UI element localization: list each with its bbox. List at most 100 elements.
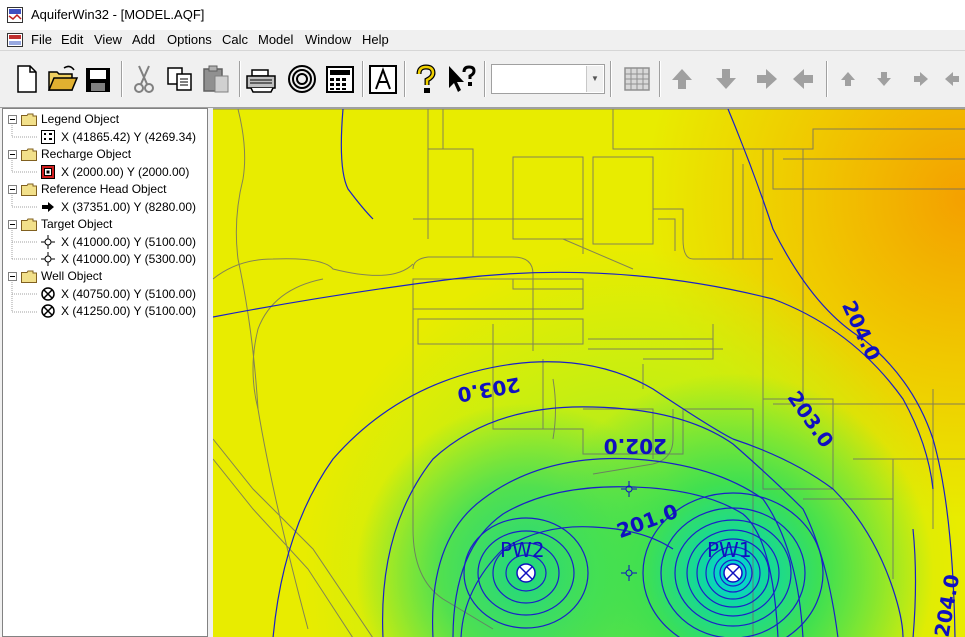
tree-group-recharge[interactable]: Recharge Object — [3, 146, 207, 163]
tree-item-coords: X (41865.42) Y (4269.34) — [61, 130, 196, 144]
well-label: PW2 — [500, 538, 545, 562]
collapse-icon[interactable] — [8, 220, 17, 229]
tree-item[interactable]: X (41000.00) Y (5300.00) — [3, 251, 207, 268]
cut-scissors-icon — [134, 65, 154, 93]
tree-item[interactable]: X (37351.00) Y (8280.00) — [3, 199, 207, 216]
tree-group-label: Legend Object — [41, 112, 120, 126]
move-left-button[interactable] — [786, 60, 822, 98]
pan-left-button[interactable] — [935, 60, 965, 98]
tree-group-label: Recharge Object — [41, 147, 132, 161]
save-button[interactable] — [80, 60, 116, 98]
collapse-icon[interactable] — [8, 115, 17, 124]
toolbar-separator — [362, 61, 364, 97]
print-button[interactable] — [243, 60, 279, 98]
tree-item[interactable]: X (41250.00) Y (5100.00) — [3, 303, 207, 320]
contour-map[interactable]: 203.0 204.0 203.0 202.0 201.0 204.0 PW2 … — [213, 109, 965, 637]
crosshair-icon — [41, 235, 55, 249]
tree-item-coords: X (37351.00) Y (8280.00) — [61, 200, 196, 214]
tree-group-well[interactable]: Well Object — [3, 268, 207, 285]
new-file-icon — [17, 65, 37, 93]
tree-group-target[interactable]: Target Object — [3, 216, 207, 233]
tree-item[interactable]: X (41000.00) Y (5100.00) — [3, 234, 207, 251]
tree-item[interactable]: X (41865.42) Y (4269.34) — [3, 129, 207, 146]
move-right-button[interactable] — [748, 60, 784, 98]
toolbar-separator — [610, 61, 612, 97]
text-button[interactable] — [365, 60, 401, 98]
context-help-icon — [449, 65, 476, 92]
open-folder-icon — [47, 65, 79, 91]
arrow-right-icon — [42, 202, 54, 212]
menu-window[interactable]: Window — [305, 32, 351, 47]
menu-file[interactable]: File — [31, 32, 52, 47]
object-tree[interactable]: Legend Object X (41865.42) Y (4269.34) R… — [2, 108, 208, 637]
pan-up-button[interactable] — [830, 60, 866, 98]
toolbar-separator — [404, 61, 406, 97]
small-left-icon — [945, 72, 959, 86]
menu-help[interactable]: Help — [362, 32, 389, 47]
toolbar-separator — [121, 61, 123, 97]
document-icon[interactable] — [7, 32, 23, 48]
menu-view[interactable]: View — [94, 32, 122, 47]
collapse-icon[interactable] — [8, 272, 17, 281]
pan-right-button[interactable] — [902, 60, 938, 98]
grid-button[interactable] — [619, 60, 655, 98]
move-down-button[interactable] — [708, 60, 744, 98]
collapse-icon[interactable] — [8, 150, 17, 159]
grid-icon — [624, 67, 650, 91]
calculator-button[interactable] — [322, 60, 358, 98]
tree-item-coords: X (41000.00) Y (5100.00) — [61, 235, 196, 249]
folder-icon — [21, 183, 37, 196]
small-down-icon — [877, 72, 891, 86]
print-icon — [246, 69, 276, 93]
target-button[interactable] — [284, 60, 320, 98]
cut-button[interactable] — [126, 60, 162, 98]
tree-group-label: Reference Head Object — [41, 182, 167, 196]
map-view[interactable]: 203.0 204.0 203.0 202.0 201.0 204.0 PW2 … — [213, 108, 965, 637]
layer-combo[interactable]: ▼ — [491, 64, 605, 94]
save-disk-icon — [86, 68, 110, 92]
copy-button[interactable] — [162, 60, 198, 98]
tree-item[interactable]: X (40750.00) Y (5100.00) — [3, 286, 207, 303]
folder-icon — [21, 148, 37, 161]
tree-item[interactable]: X (2000.00) Y (2000.00) — [3, 164, 207, 181]
help-button[interactable] — [408, 60, 444, 98]
arrow-left-icon — [793, 69, 813, 89]
tree-group-reference-head[interactable]: Reference Head Object — [3, 181, 207, 198]
well-label: PW1 — [707, 538, 752, 562]
window-title: AquiferWin32 - [MODEL.AQF] — [31, 7, 205, 22]
menu-edit[interactable]: Edit — [61, 32, 83, 47]
help-question-icon — [416, 64, 436, 93]
menu-model[interactable]: Model — [258, 32, 293, 47]
tree-item-coords: X (41000.00) Y (5300.00) — [61, 252, 196, 266]
collapse-icon[interactable] — [8, 185, 17, 194]
arrow-up-icon — [672, 69, 692, 89]
new-file-button[interactable] — [8, 60, 44, 98]
well-icon — [41, 287, 55, 301]
pan-down-button[interactable] — [866, 60, 902, 98]
recharge-icon — [41, 165, 55, 179]
paste-button[interactable] — [198, 60, 234, 98]
folder-icon — [21, 113, 37, 126]
paste-icon — [203, 65, 229, 93]
calculator-icon — [326, 66, 354, 93]
toolbar: ▼ — [0, 51, 965, 108]
tree-group-label: Target Object — [41, 217, 113, 231]
open-button[interactable] — [44, 60, 80, 98]
menu-calc[interactable]: Calc — [222, 32, 248, 47]
menu-add[interactable]: Add — [132, 32, 155, 47]
arrow-down-icon — [716, 69, 736, 89]
toolbar-separator — [659, 61, 661, 97]
context-help-button[interactable] — [444, 60, 480, 98]
menu-options[interactable]: Options — [167, 32, 212, 47]
move-up-button[interactable] — [664, 60, 700, 98]
toolbar-separator — [239, 61, 241, 97]
chevron-down-icon[interactable]: ▼ — [586, 66, 603, 92]
tree-item-coords: X (40750.00) Y (5100.00) — [61, 287, 196, 301]
copy-icon — [167, 67, 192, 91]
folder-icon — [21, 270, 37, 283]
tree-group-legend[interactable]: Legend Object — [3, 111, 207, 128]
small-up-icon — [841, 72, 855, 86]
folder-icon — [21, 218, 37, 231]
tree-item-coords: X (41250.00) Y (5100.00) — [61, 304, 196, 318]
crosshair-icon — [41, 252, 55, 266]
